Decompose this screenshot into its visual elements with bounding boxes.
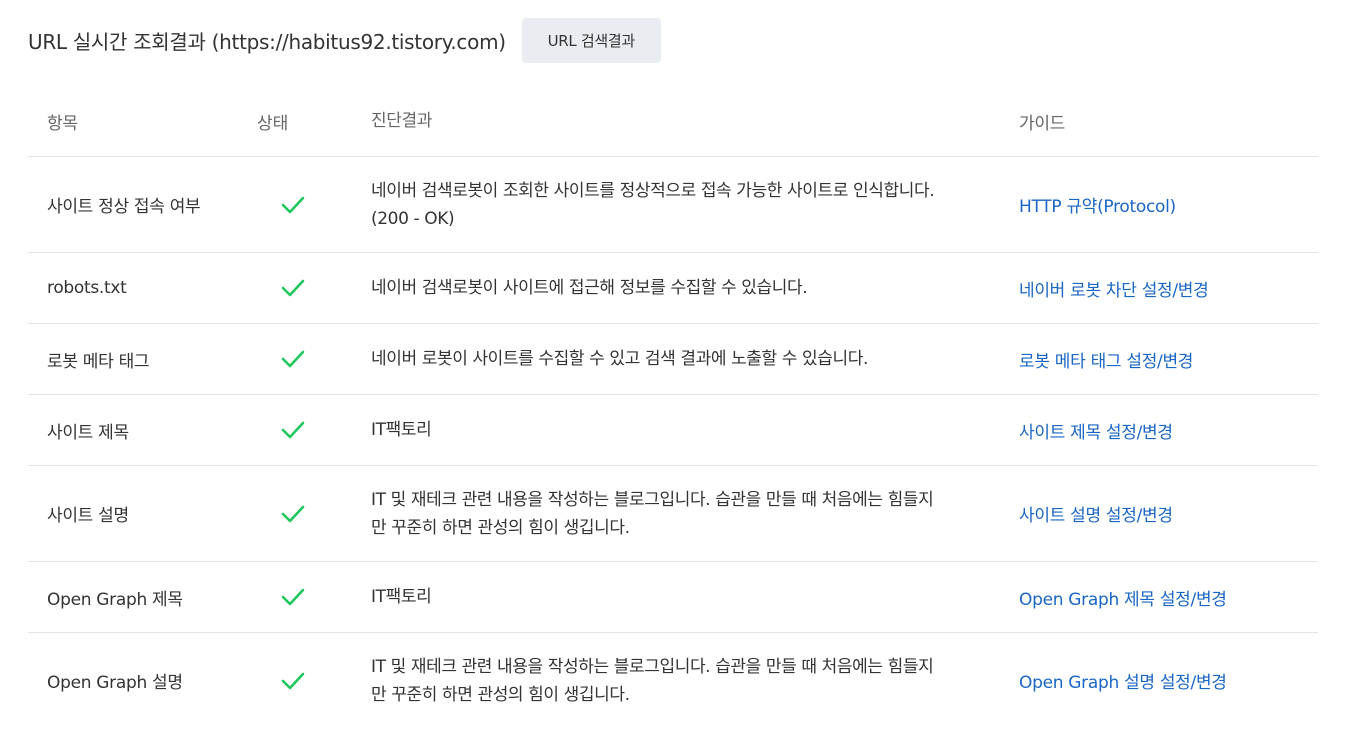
row-result-line: IT팩토리	[371, 587, 432, 607]
row-result: IT 및 재테크 관련 내용을 작성하는 블로그입니다. 습관을 만들 때 처음…	[371, 653, 1019, 709]
page-title: URL 실시간 조회결과 (https://habitus92.tistory.…	[28, 30, 506, 54]
diagnosis-table: 항목 상태 진단결과 가이드 사이트 정상 접속 여부 네이버 검색로봇이 조회…	[28, 86, 1318, 728]
row-result: 네이버 검색로봇이 조회한 사이트를 정상적으로 접속 가능한 사이트로 인식합…	[371, 177, 1019, 233]
guide-link-robot-block[interactable]: 네이버 로봇 차단 설정/변경	[1019, 281, 1209, 301]
check-icon	[281, 350, 305, 368]
row-status	[249, 277, 371, 299]
row-status	[249, 194, 371, 216]
table-row: Open Graph 제목 IT팩토리 Open Graph 제목 설정/변경	[28, 562, 1318, 633]
check-icon	[281, 279, 305, 297]
row-result: IT 및 재테크 관련 내용을 작성하는 블로그입니다. 습관을 만들 때 처음…	[371, 486, 1019, 542]
guide-link-robot-meta[interactable]: 로봇 메타 태그 설정/변경	[1019, 352, 1193, 372]
row-item: 사이트 제목	[47, 422, 129, 443]
row-status	[249, 670, 371, 692]
row-result-line: 네이버 로봇이 사이트를 수집할 수 있고 검색 결과에 노출할 수 있습니다.	[371, 349, 869, 369]
row-item: robots.txt	[47, 278, 127, 298]
row-result-line: IT 및 재테크 관련 내용을 작성하는 블로그입니다. 습관을 만들 때 처음…	[371, 656, 934, 677]
row-guide: 사이트 제목 설정/변경	[1019, 418, 1318, 443]
table-row: 사이트 제목 IT팩토리 사이트 제목 설정/변경	[28, 395, 1318, 466]
row-result: IT팩토리	[371, 416, 1019, 444]
guide-link-site-description[interactable]: 사이트 설명 설정/변경	[1019, 506, 1173, 526]
row-status	[249, 348, 371, 370]
guide-link-og-title[interactable]: Open Graph 제목 설정/변경	[1019, 590, 1227, 610]
check-icon	[281, 505, 305, 522]
row-item: 로봇 메타 태그	[47, 351, 150, 372]
page-header: URL 실시간 조회결과 (https://habitus92.tistory.…	[28, 18, 661, 63]
guide-link-og-description[interactable]: Open Graph 설명 설정/변경	[1019, 673, 1227, 693]
table-row: 사이트 설명 IT 및 재테크 관련 내용을 작성하는 블로그입니다. 습관을 …	[28, 466, 1318, 562]
row-item: Open Graph 제목	[47, 589, 183, 610]
row-guide: 로봇 메타 태그 설정/변경	[1019, 347, 1318, 372]
row-result-line: (200 - OK)	[371, 208, 455, 229]
row-result-line: 만 꾸준히 하면 관성의 힘이 생깁니다.	[371, 684, 630, 705]
table-row: Open Graph 설명 IT 및 재테크 관련 내용을 작성하는 블로그입니…	[28, 633, 1318, 728]
row-result: 네이버 검색로봇이 사이트에 접근해 정보를 수집할 수 있습니다.	[371, 274, 1019, 302]
check-icon	[281, 672, 305, 689]
row-guide: 사이트 설명 설정/변경	[1019, 501, 1318, 526]
url-search-result-button[interactable]: URL 검색결과	[521, 18, 661, 63]
column-header-item: 항목	[47, 113, 78, 134]
table-row: 로봇 메타 태그 네이버 로봇이 사이트를 수집할 수 있고 검색 결과에 노출…	[28, 324, 1318, 395]
row-result-line: IT 및 재테크 관련 내용을 작성하는 블로그입니다. 습관을 만들 때 처음…	[371, 489, 934, 510]
row-result: 네이버 로봇이 사이트를 수집할 수 있고 검색 결과에 노출할 수 있습니다.	[371, 345, 1019, 373]
check-icon	[281, 421, 305, 439]
row-guide: 네이버 로봇 차단 설정/변경	[1019, 276, 1318, 301]
row-result-line: 네이버 검색로봇이 조회한 사이트를 정상적으로 접속 가능한 사이트로 인식합…	[371, 180, 935, 201]
row-item: 사이트 설명	[47, 506, 129, 526]
column-header-guide: 가이드	[1019, 113, 1066, 134]
table-row: 사이트 정상 접속 여부 네이버 검색로봇이 조회한 사이트를 정상적으로 접속…	[28, 157, 1318, 253]
guide-link-site-title[interactable]: 사이트 제목 설정/변경	[1019, 423, 1173, 443]
row-status	[249, 419, 371, 441]
row-result-line: 만 꾸준히 하면 관성의 힘이 생깁니다.	[371, 517, 630, 538]
guide-link-http-protocol[interactable]: HTTP 규약(Protocol)	[1019, 197, 1176, 217]
column-header-status: 상태	[257, 113, 289, 134]
check-icon	[281, 196, 305, 213]
table-row: robots.txt 네이버 검색로봇이 사이트에 접근해 정보를 수집할 수 …	[28, 253, 1318, 324]
row-status	[249, 586, 371, 608]
row-status	[249, 503, 371, 525]
row-guide: Open Graph 설명 설정/변경	[1019, 668, 1318, 693]
check-icon	[281, 588, 305, 606]
row-result-line: 네이버 검색로봇이 사이트에 접근해 정보를 수집할 수 있습니다.	[371, 278, 808, 298]
row-result: IT팩토리	[371, 583, 1019, 611]
row-guide: Open Graph 제목 설정/변경	[1019, 585, 1318, 610]
column-header-result: 진단결과	[371, 111, 432, 131]
row-item: 사이트 정상 접속 여부	[47, 197, 201, 217]
table-header: 항목 상태 진단결과 가이드	[28, 86, 1318, 157]
row-guide: HTTP 규약(Protocol)	[1019, 192, 1318, 217]
row-item: Open Graph 설명	[47, 673, 183, 693]
row-result-line: IT팩토리	[371, 420, 432, 440]
